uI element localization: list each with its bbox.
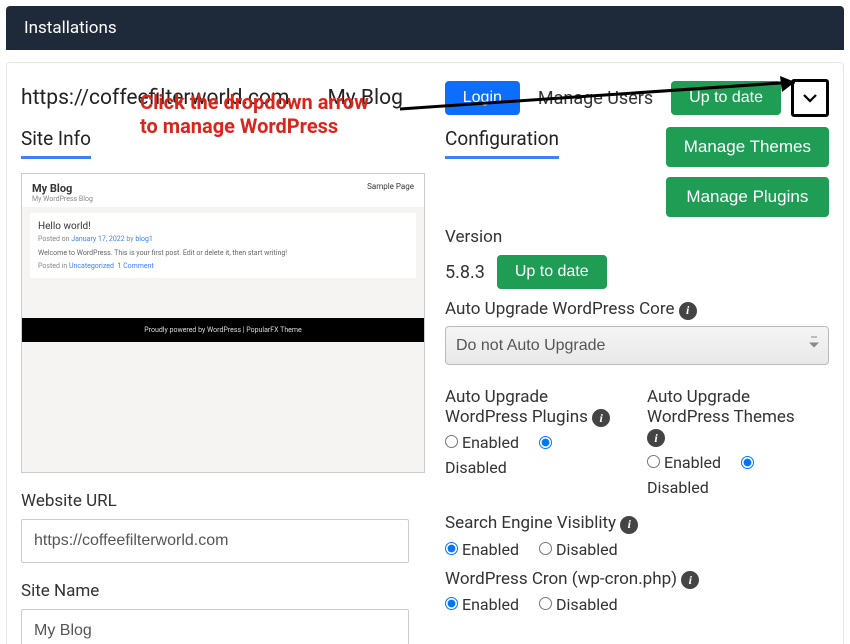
auto-upgrade-themes: Auto Upgrade WordPress Themes i Enabled … xyxy=(647,377,829,504)
annotation-arrow xyxy=(400,74,820,124)
manage-plugins-button[interactable]: Manage Plugins xyxy=(666,177,829,217)
preview-subtitle: My WordPress Blog xyxy=(32,195,93,203)
search-visibility-radios: Enabled Disabled xyxy=(445,540,829,559)
configuration-tab[interactable]: Configuration xyxy=(445,127,559,159)
preview-post-meta: Posted on January 17, 2022 by blog1 xyxy=(38,235,408,243)
website-url-label: Website URL xyxy=(21,491,425,511)
preview-post-excerpt: Welcome to WordPress. This is your first… xyxy=(38,249,408,257)
website-url-input[interactable] xyxy=(21,519,409,563)
info-icon[interactable]: i xyxy=(681,571,699,589)
preview-footer: Proudly powered by WordPress | PopularFX… xyxy=(22,318,424,342)
search-visibility-label: Search Engine Visiblity i xyxy=(445,513,829,534)
manage-themes-button[interactable]: Manage Themes xyxy=(666,127,829,167)
auto-upgrade-core-select[interactable]: Do not Auto Upgrade xyxy=(445,326,829,365)
info-icon[interactable]: i xyxy=(592,409,610,427)
themes-enabled-radio[interactable]: Enabled xyxy=(647,453,721,472)
version-up-to-date-badge[interactable]: Up to date xyxy=(497,255,607,289)
plugins-enabled-radio[interactable]: Enabled xyxy=(445,433,519,452)
preview-body: Hello world! Posted on January 17, 2022 … xyxy=(30,213,416,278)
plugins-disabled-label: Disabled xyxy=(445,458,627,477)
cron-label: WordPress Cron (wp-cron.php) i xyxy=(445,569,829,590)
page-title: Installations xyxy=(24,18,117,38)
site-name-label: Site Name xyxy=(21,581,425,601)
site-info-tab[interactable]: Site Info xyxy=(21,127,91,159)
themes-disabled-label: Disabled xyxy=(647,478,829,497)
auto-upgrade-core-label: Auto Upgrade WordPress Core i xyxy=(445,299,829,320)
info-icon[interactable]: i xyxy=(620,516,638,534)
annotation-text: Click the dropdown arrow to manage WordP… xyxy=(140,90,369,138)
site-info-column: Site Info My Blog My WordPress Blog Samp… xyxy=(21,127,425,644)
content-columns: Site Info My Blog My WordPress Blog Samp… xyxy=(21,127,829,644)
installation-card: https://coffeefilterworld.com My Blog Lo… xyxy=(6,62,844,644)
annotation-line2: to manage WordPress xyxy=(140,114,369,138)
site-name-input[interactable] xyxy=(21,609,409,644)
info-icon[interactable]: i xyxy=(679,302,697,320)
search-enabled-radio[interactable]: Enabled xyxy=(445,540,519,559)
configuration-column: Configuration Manage Themes Manage Plugi… xyxy=(445,127,829,644)
info-icon[interactable]: i xyxy=(647,429,665,447)
search-disabled-radio[interactable]: Disabled xyxy=(539,540,618,559)
config-top: Configuration Manage Themes Manage Plugi… xyxy=(445,127,829,217)
preview-post-cat: Posted in Uncategorized 1 Comment xyxy=(38,262,408,270)
page-header: Installations xyxy=(6,6,844,50)
config-buttons: Manage Themes Manage Plugins xyxy=(666,127,829,217)
themes-disabled-radio-empty[interactable] xyxy=(741,456,754,469)
plugins-disabled-radio-empty[interactable] xyxy=(539,436,552,449)
annotation-line1: Click the dropdown arrow xyxy=(140,90,369,114)
version-row: 5.8.3 Up to date xyxy=(445,255,829,289)
cron-enabled-radio[interactable]: Enabled xyxy=(445,595,519,614)
preview-sample-page: Sample Page xyxy=(367,182,414,203)
site-preview: My Blog My WordPress Blog Sample Page He… xyxy=(21,173,425,473)
preview-header: My Blog My WordPress Blog Sample Page xyxy=(22,174,424,207)
cron-radios: Enabled Disabled xyxy=(445,595,829,614)
auto-upgrade-two-col: Auto Upgrade WordPress Plugins i Enabled… xyxy=(445,377,829,504)
auto-upgrade-core-select-wrap: Do not Auto Upgrade xyxy=(445,326,829,365)
auto-upgrade-plugins: Auto Upgrade WordPress Plugins i Enabled… xyxy=(445,377,627,504)
preview-post-title: Hello world! xyxy=(38,221,408,232)
version-value: 5.8.3 xyxy=(445,262,485,283)
preview-title: My Blog xyxy=(32,182,93,195)
version-label: Version xyxy=(445,227,829,247)
cron-disabled-radio[interactable]: Disabled xyxy=(539,595,618,614)
